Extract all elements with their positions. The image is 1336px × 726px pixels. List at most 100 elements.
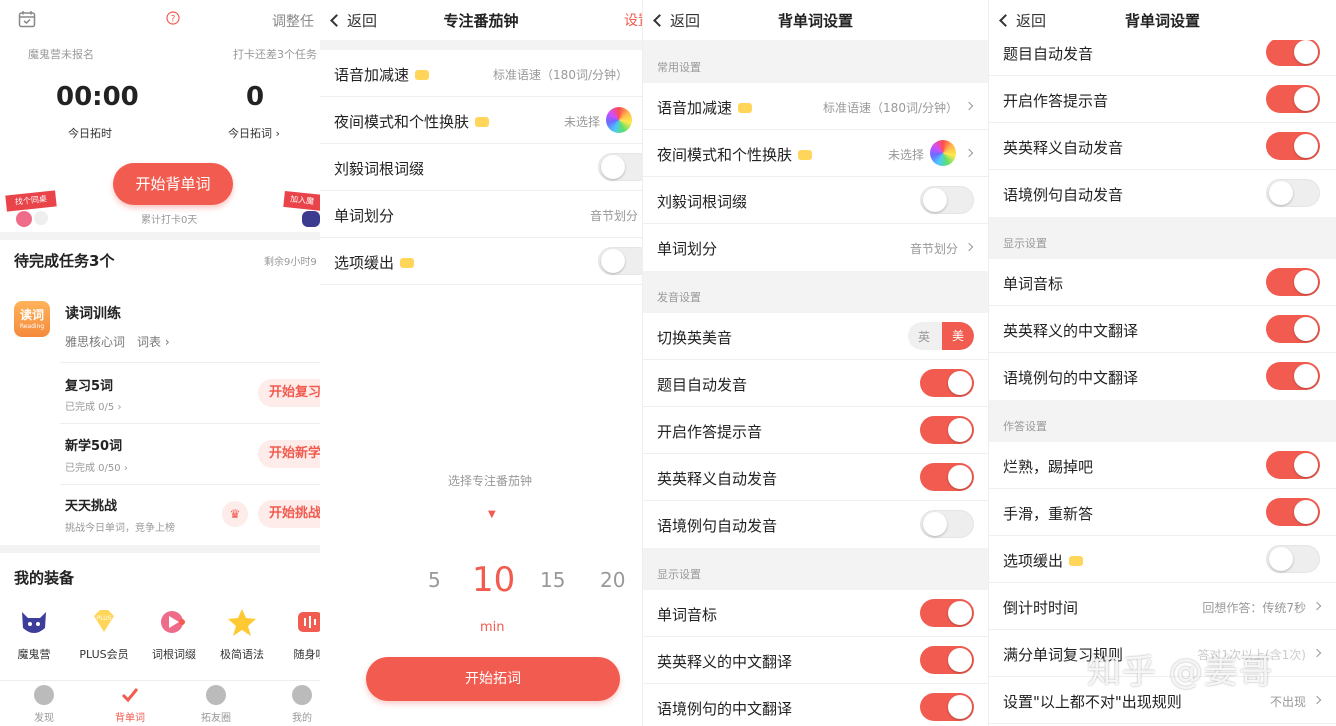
start-review-button[interactable]: 开始复习 [258,379,320,407]
example-translation-toggle[interactable] [1266,362,1320,390]
reading-sub[interactable]: 雅思核心词 词表 › [65,333,170,350]
picker-option[interactable]: 5 [428,568,441,592]
challenge-sub: 挑战今日单词，竞争上榜 [65,523,175,534]
reading-title[interactable]: 读词训练 [65,303,121,323]
divider [0,232,320,240]
start-new-button[interactable]: 开始新学 [258,440,320,468]
picker-option[interactable]: 20 [600,568,625,592]
row-voice-speed[interactable]: 语音加减速 标准语速（180词/分钟） [320,50,642,97]
phonetic-toggle[interactable] [1266,268,1320,296]
equip-word-roots[interactable]: 词根词缀 [144,606,204,662]
settings-link[interactable]: 设置 [624,10,642,30]
word-roots-toggle[interactable] [920,186,974,214]
row-definition-translation: 英英释义的中文翻译 [989,306,1336,353]
row-night-mode[interactable]: 夜间模式和个性换肤 未选择 [643,130,988,177]
row-phonetic: 单词音标 [989,259,1336,306]
audio-icon [298,612,320,632]
row-accent: 切换英美音 英 美 [643,313,988,360]
accent-switch[interactable]: 英 美 [908,322,974,350]
divider [0,545,320,553]
retry-answer-toggle[interactable] [1266,498,1320,526]
help-icon[interactable]: ? [166,11,180,25]
definition-translation-toggle[interactable] [920,646,974,674]
review-progress[interactable]: 已完成 0/5 › [65,398,121,413]
row-answer-sound: 开启作答提示音 [643,407,988,454]
equip-devil-camp[interactable]: 魔鬼营 [4,606,64,662]
auto-pronounce-toggle[interactable] [920,369,974,397]
auto-pronounce-toggle[interactable] [1266,38,1320,66]
join-camp-label: 加入魔 [283,190,320,212]
new-words-progress[interactable]: 已完成 0/50 › [65,459,128,474]
vip-icon [415,69,430,80]
definition-pronounce-toggle[interactable] [1266,132,1320,160]
picker-unit: min [480,620,505,635]
row-word-split[interactable]: 单词划分 音节划分 [320,191,642,238]
page-title: 背单词设置 [1124,12,1200,30]
option-delay-toggle[interactable] [598,247,642,275]
tasks-remaining: 剩余9小时9 [264,257,317,268]
word-roots-toggle[interactable] [598,153,642,181]
equip-plus-member[interactable]: PLUS PLUS会员 [74,606,134,662]
tab-friends[interactable]: 拓友圈 [186,685,246,724]
definition-pronounce-toggle[interactable] [920,463,974,491]
phonetic-toggle[interactable] [920,599,974,627]
plus-diamond-icon: PLUS [94,610,114,632]
deskmate-banner[interactable]: 找个同桌 [5,190,58,229]
calendar-icon[interactable] [18,10,36,28]
mastered-skip-toggle[interactable] [1266,451,1320,479]
example-pronounce-toggle[interactable] [920,510,974,538]
definition-translation-toggle[interactable] [1266,315,1320,343]
row-auto-pronounce: 题目自动发音 [643,360,988,407]
tab-discover[interactable]: 发现 [14,685,74,724]
example-translation-toggle[interactable] [920,693,974,721]
adjust-task-link[interactable]: 调整任 [272,11,314,31]
tab-memorize[interactable]: 背单词 [100,685,160,724]
row-definition-pronounce: 英英释义自动发音 [643,454,988,501]
tab-profile[interactable]: 我的 [272,685,320,724]
start-challenge-button[interactable]: 开始挑战 [258,500,320,528]
option-delay-toggle[interactable] [1266,545,1320,573]
picker-option[interactable]: 15 [540,568,565,592]
today-words-label[interactable]: 今日拓词 › [228,125,280,141]
today-time-label: 今日拓时 [68,127,112,140]
chevron-right-icon [964,242,974,252]
example-pronounce-toggle[interactable] [1266,179,1320,207]
reading-badge-icon: 读词 Reading [14,301,50,337]
page-title: 背单词设置 [777,12,853,30]
picker-indicator-icon: ▼ [488,509,496,520]
challenge-title: 天天挑战 [65,499,118,514]
crown-icon[interactable]: ♛ [222,501,248,527]
page-title: 专注番茄钟 [443,12,519,30]
equip-audio[interactable]: 随身听 [280,606,320,662]
section-common: 常用设置 [643,40,988,83]
answer-sound-toggle[interactable] [1266,85,1320,113]
row-example-translation: 语境例句的中文翻译 [989,353,1336,400]
row-example-pronounce: 语境例句自动发音 [643,501,988,548]
row-word-split[interactable]: 单词划分 音节划分 [643,224,988,271]
header: 返回 背单词设置 [989,0,1336,40]
start-expand-button[interactable]: 开始拓词 [366,657,620,701]
row-voice-speed[interactable]: 语音加减速 标准语速（180词/分钟） [643,83,988,130]
picker-option-selected[interactable]: 10 [472,560,515,600]
section-sound: 发音设置 [643,271,988,313]
join-camp-banner[interactable]: 加入魔 [283,190,320,229]
watermark: 知乎 @姜哥 [1087,652,1274,692]
section-display: 显示设置 [643,548,988,590]
vip-icon [1069,555,1084,566]
accent-uk[interactable]: 英 [918,328,930,345]
accent-us[interactable]: 美 [942,322,974,350]
row-countdown[interactable]: 倒计时时间 回想作答：传统7秒 [989,583,1336,630]
camp-status: 魔鬼营未报名 [28,48,94,61]
vip-icon [738,102,753,113]
answer-sound-toggle[interactable] [920,416,974,444]
row-night-mode[interactable]: 夜间模式和个性换肤 未选择 [320,97,642,144]
new-words-title: 新学50词 [65,439,123,454]
row-word-roots: 刘毅词根词缀 [643,177,988,224]
mascot-gray-icon [34,211,48,225]
equip-grammar[interactable]: 极简语法 [212,606,272,662]
divider [60,484,320,485]
row-answer-sound: 开启作答提示音 [989,76,1336,123]
start-memorize-button[interactable]: 开始背单词 [113,163,233,205]
mascot-pink-icon [16,211,32,227]
deskmate-label: 找个同桌 [5,190,57,212]
